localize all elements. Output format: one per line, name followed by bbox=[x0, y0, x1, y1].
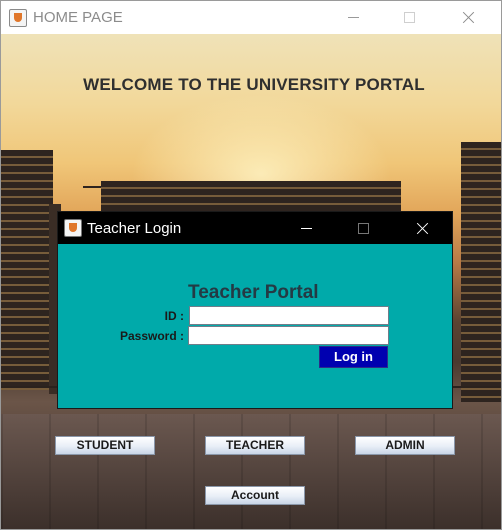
account-button[interactable]: Account bbox=[205, 486, 305, 505]
dialog-minimize-button[interactable] bbox=[284, 212, 330, 245]
dialog-titlebar: Teacher Login bbox=[58, 212, 452, 244]
teacher-login-dialog: Teacher Login Teacher Portal ID : Passwo… bbox=[57, 211, 453, 409]
dialog-maximize-button bbox=[340, 212, 386, 245]
main-titlebar: HOME PAGE bbox=[1, 1, 501, 34]
admin-button[interactable]: ADMIN bbox=[355, 436, 455, 455]
main-window-title: HOME PAGE bbox=[33, 9, 123, 26]
dialog-body: Teacher Portal ID : Password : Log in bbox=[58, 244, 452, 408]
plaza-ground bbox=[1, 414, 501, 529]
teacher-button[interactable]: TEACHER bbox=[205, 436, 305, 455]
maximize-button[interactable] bbox=[386, 1, 432, 34]
welcome-heading: WELCOME TO THE UNIVERSITY PORTAL bbox=[83, 75, 425, 94]
password-input[interactable] bbox=[188, 326, 389, 345]
portal-heading: Teacher Portal bbox=[188, 282, 319, 303]
close-button[interactable] bbox=[446, 1, 492, 34]
java-app-icon bbox=[64, 219, 82, 237]
left-building bbox=[1, 150, 53, 390]
dialog-close-button[interactable] bbox=[399, 212, 445, 245]
java-app-icon bbox=[9, 9, 27, 27]
right-building bbox=[461, 142, 501, 402]
dialog-title: Teacher Login bbox=[87, 220, 182, 237]
id-input[interactable] bbox=[189, 306, 389, 325]
id-label: ID : bbox=[164, 309, 184, 323]
student-button[interactable]: STUDENT bbox=[55, 436, 155, 455]
minimize-button[interactable] bbox=[331, 1, 377, 34]
login-button[interactable]: Log in bbox=[319, 346, 388, 368]
password-label: Password : bbox=[119, 329, 184, 343]
